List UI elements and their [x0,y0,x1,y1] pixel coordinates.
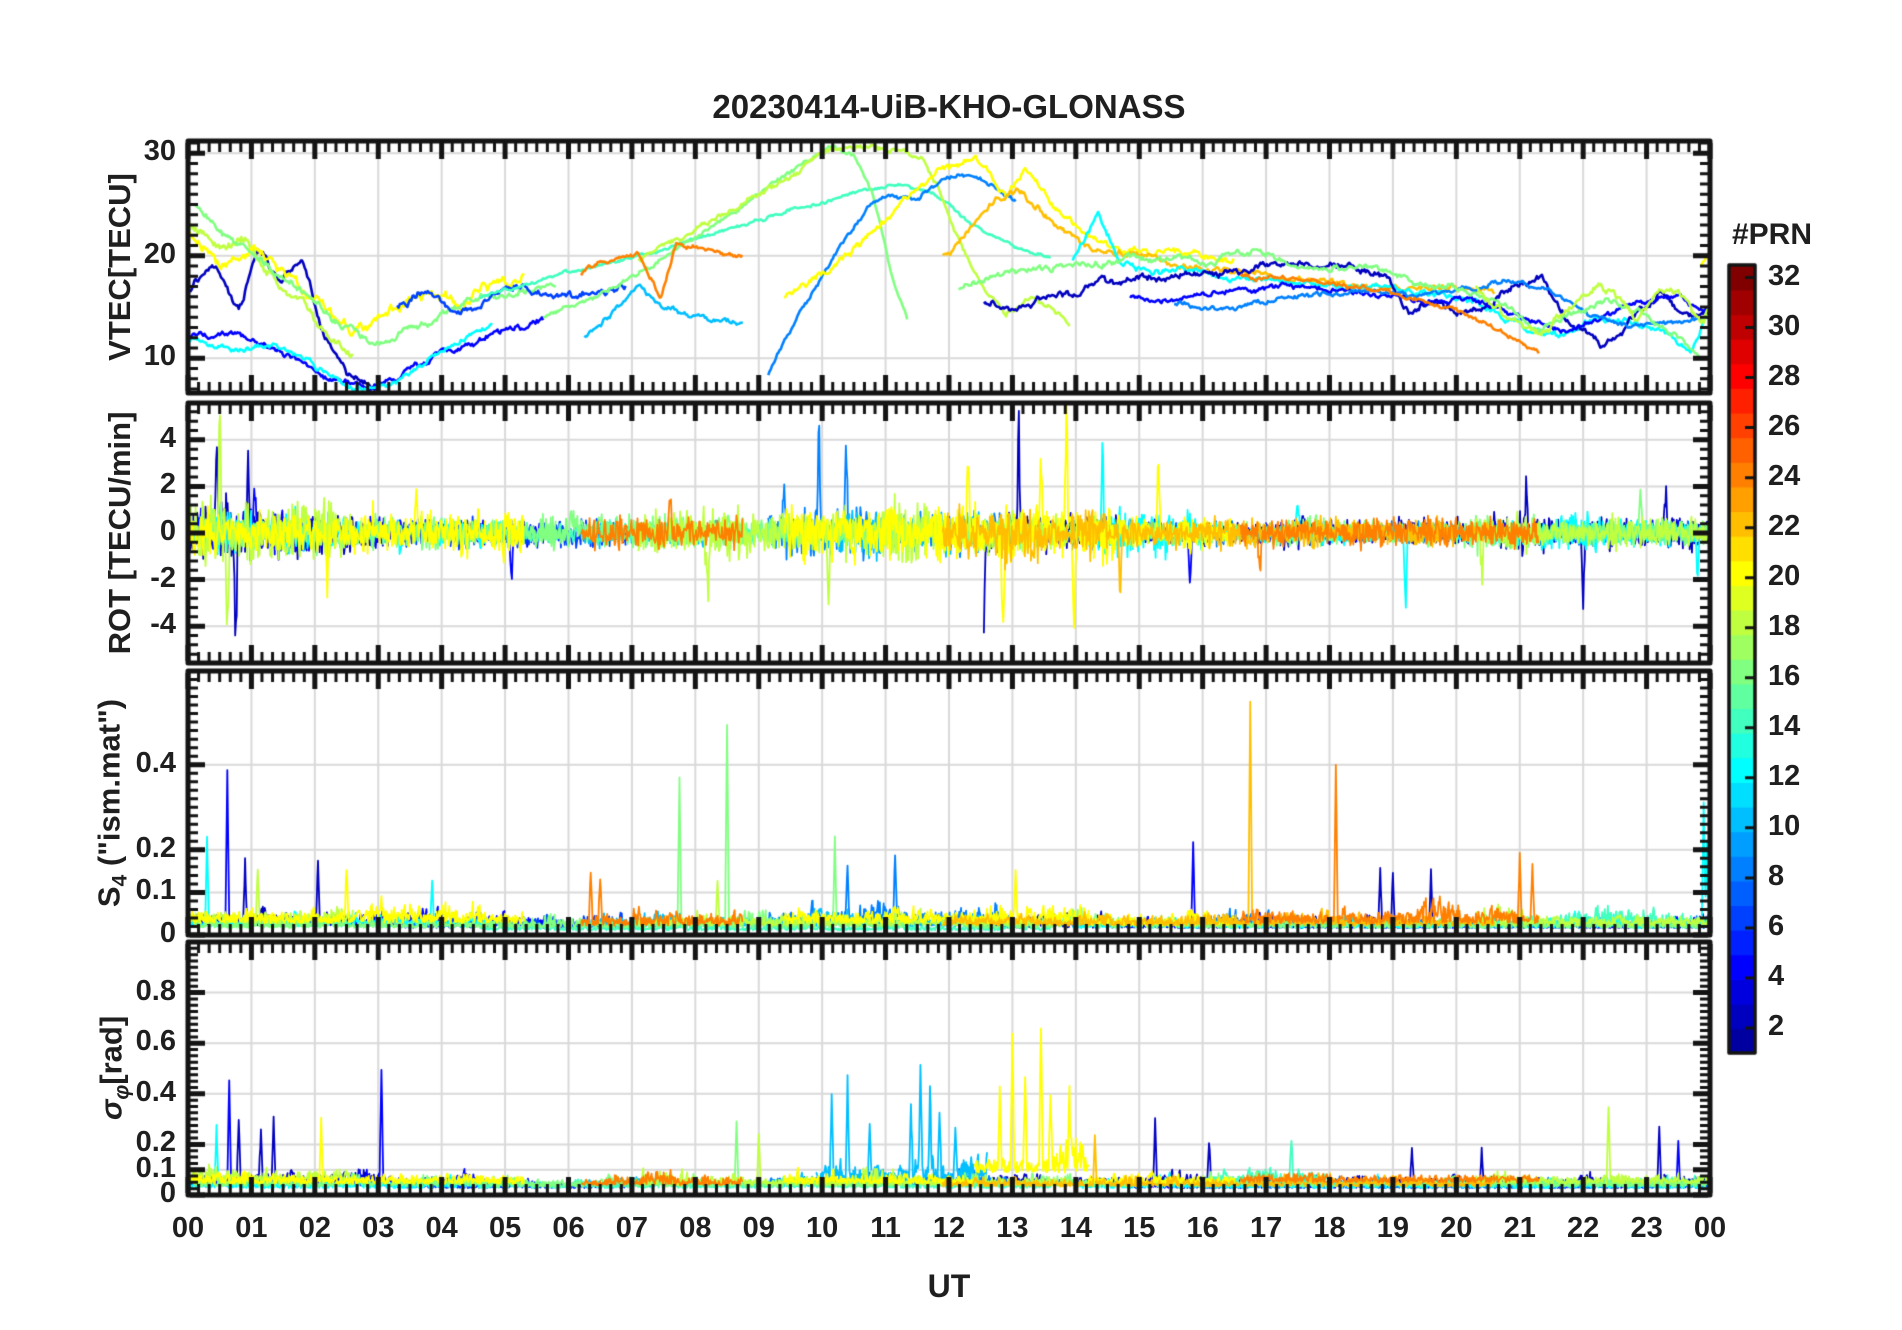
figure: 20230414-UiB-KHO-GLONASS VTEC[TECU] ROT … [0,0,1902,1330]
colorbar-tick-label: 14 [1768,709,1801,742]
colorbar-tick-label: 12 [1768,759,1801,792]
colorbar-tick-label: 28 [1768,359,1801,392]
y-tick-label-rot: 4 [159,421,176,454]
y-tick-label-s4: 0.4 [135,746,176,779]
y-tick-label-sigma-phi: 0 [159,1177,176,1209]
x-tick-label: 00 [1693,1212,1727,1244]
colorbar-tick-label: 24 [1768,459,1801,492]
y-tick-label-rot: -2 [150,561,176,594]
plot-canvas [0,0,1902,1330]
y-tick-label-sigma-phi: 0.6 [135,1025,176,1058]
y-tick-label-rot: -4 [150,608,176,641]
colorbar-tick-label: 10 [1768,809,1801,842]
colorbar-tick-label: 4 [1768,959,1785,992]
y-tick-label-vtec: 10 [143,340,176,373]
colorbar-tick-label: 8 [1768,859,1785,892]
y-tick-label-sigma-phi: 0.8 [135,974,176,1007]
y-tick-label-vtec: 30 [143,135,176,168]
y-tick-label-rot: 0 [159,515,176,547]
colorbar-tick-label: 22 [1768,509,1801,542]
colorbar-tick-label: 2 [1768,1009,1785,1042]
y-tick-label-sigma-phi: 0.4 [135,1075,176,1108]
xlabel-ut: UT [927,1268,971,1304]
chart-title: 20230414-UiB-KHO-GLONASS [712,88,1186,125]
colorbar-tick-label: 18 [1768,609,1801,642]
y-tick-label-vtec: 20 [143,237,176,270]
y-tick-label-rot: 2 [159,468,176,501]
colorbar-tick-label: 32 [1768,259,1801,292]
colorbar-tick-label: 6 [1768,909,1785,942]
colorbar-tick-label: 20 [1768,559,1801,592]
y-tick-label-s4: 0.2 [135,831,176,864]
colorbar-tick-label: 16 [1768,659,1801,692]
y-tick-label-s4: 0.1 [135,874,176,907]
colorbar-tick-label: 26 [1768,409,1801,442]
colorbar-title: #PRN [1731,218,1813,251]
y-tick-label-s4: 0 [159,917,176,949]
colorbar-tick-label: 30 [1768,309,1801,342]
